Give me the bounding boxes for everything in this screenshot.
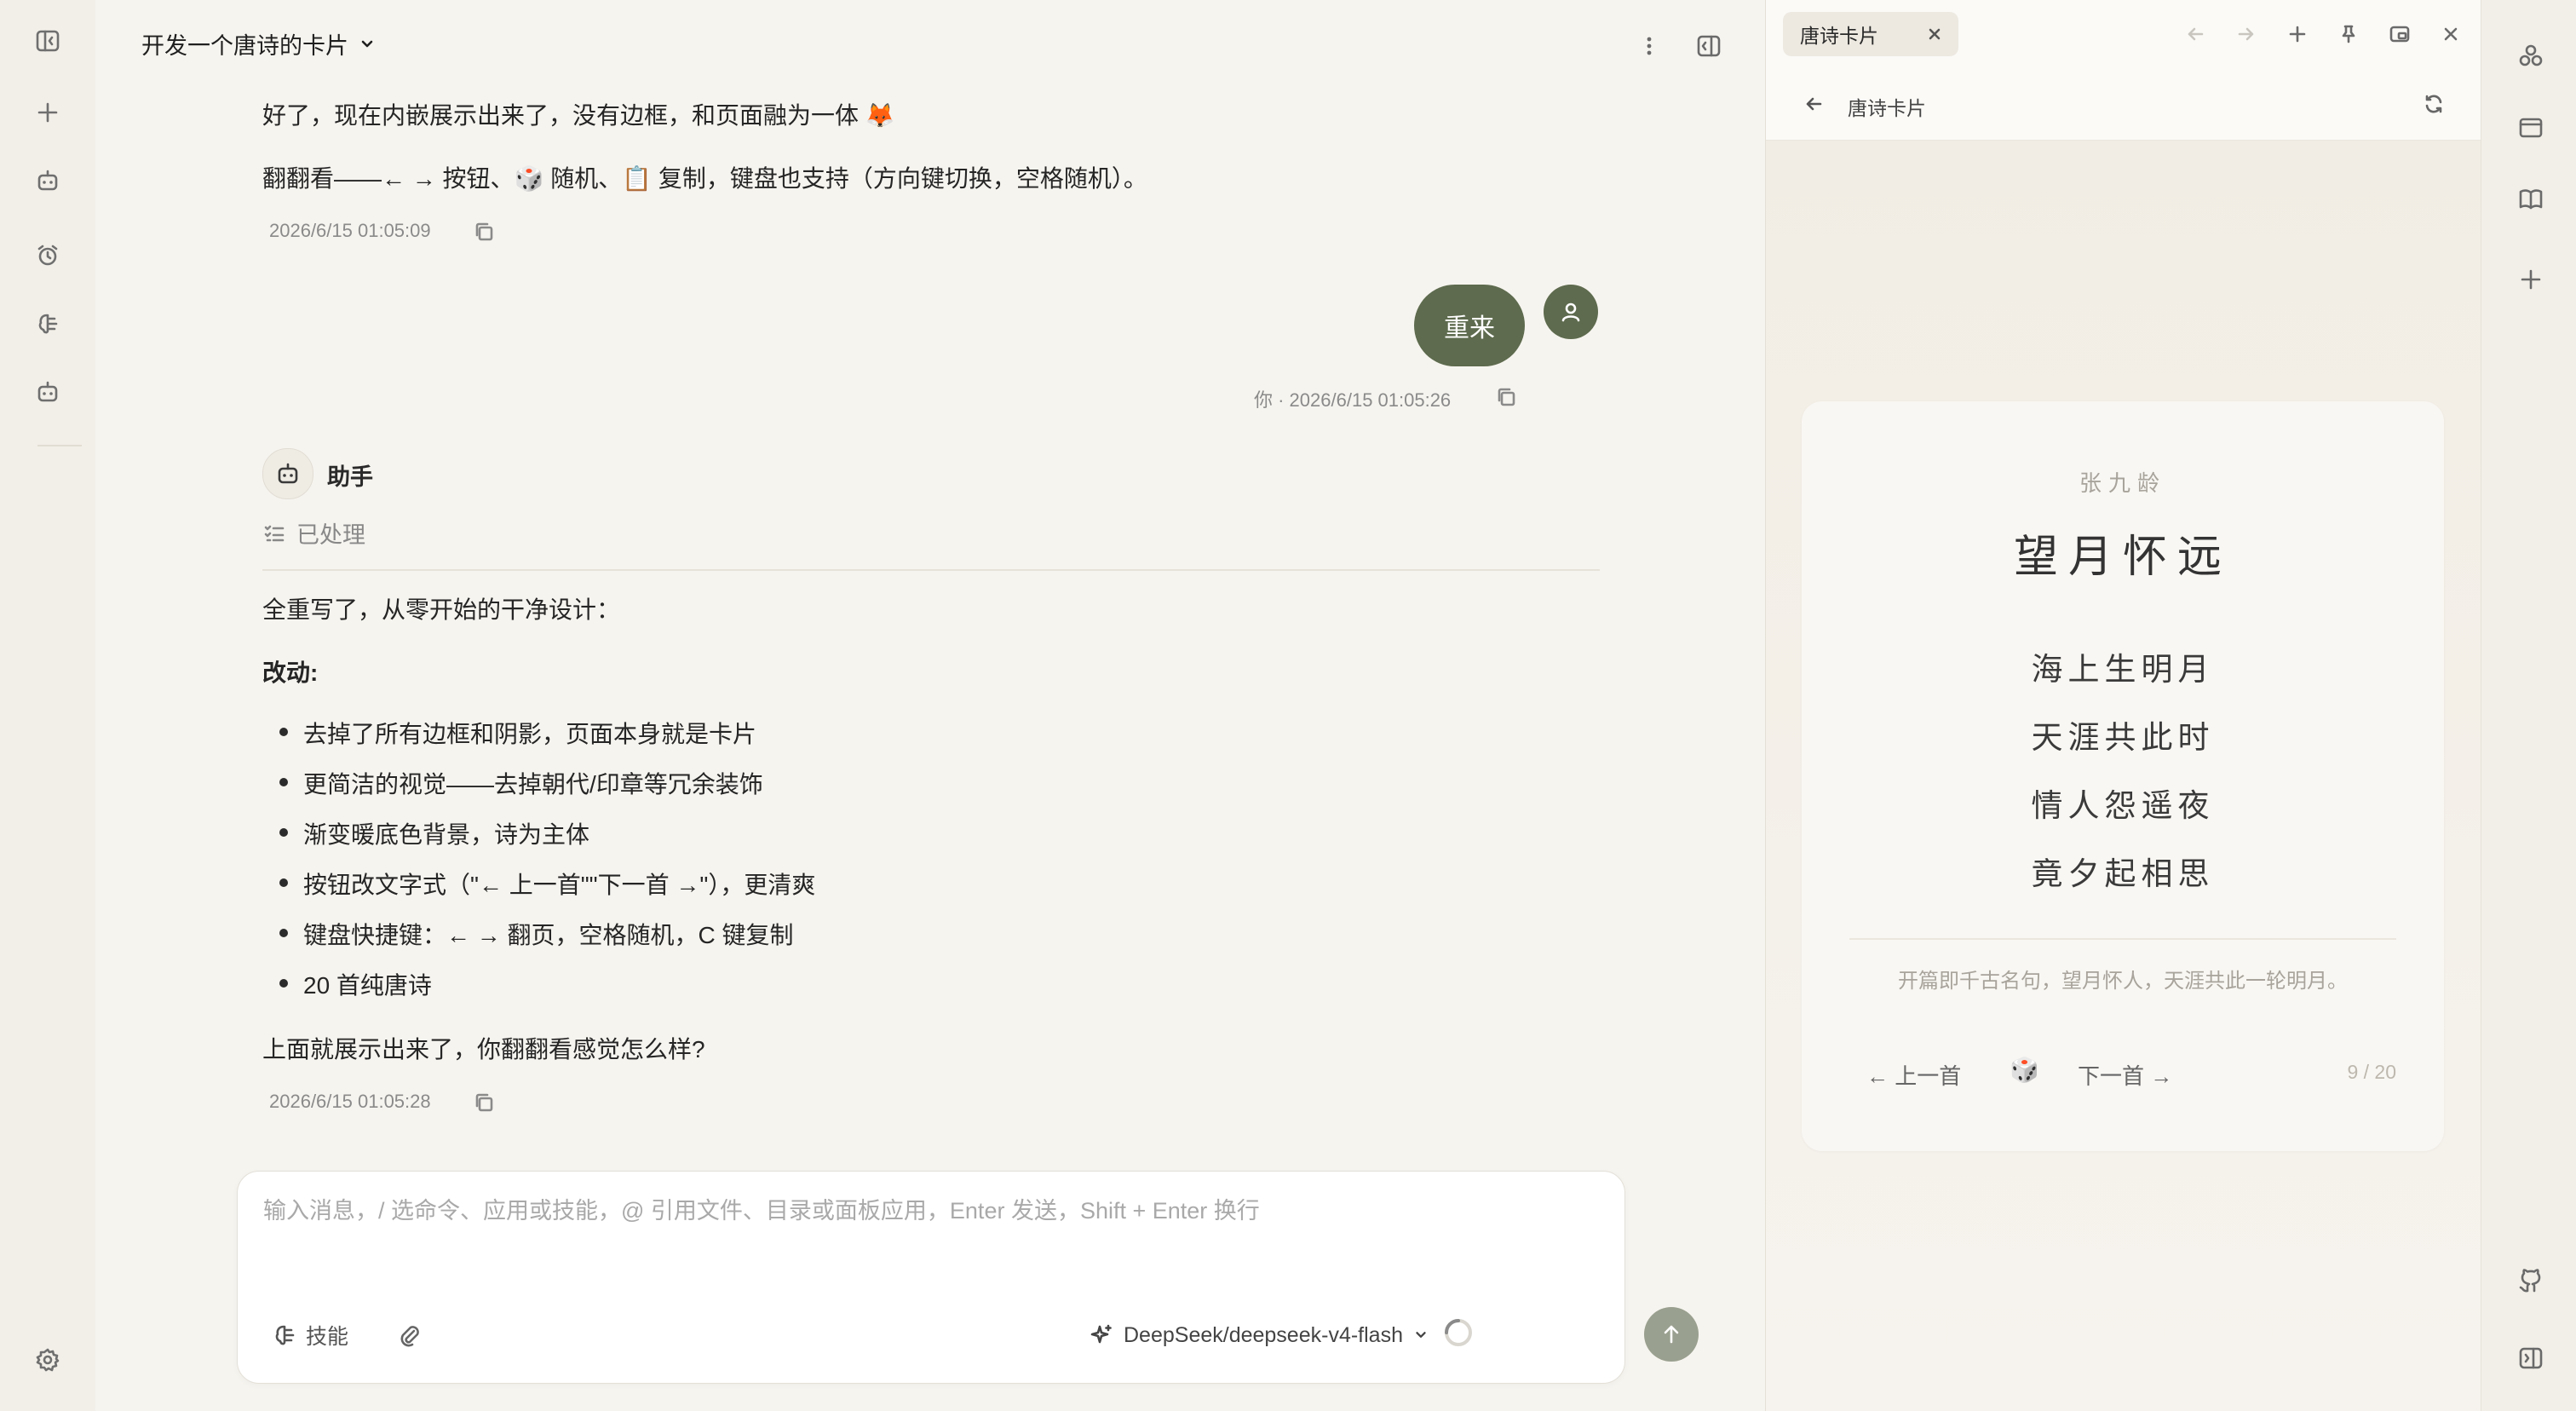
close-icon[interactable] bbox=[2434, 17, 2468, 51]
skills-brain-icon[interactable] bbox=[27, 303, 68, 344]
user-avatar-icon bbox=[1544, 285, 1598, 339]
plus-icon[interactable] bbox=[2280, 17, 2314, 51]
toggle-sidebar-icon[interactable] bbox=[27, 20, 68, 61]
refresh-icon[interactable] bbox=[2417, 87, 2451, 121]
divider bbox=[262, 569, 1600, 571]
back-arrow-icon[interactable] bbox=[1797, 87, 1831, 121]
panel-navbar: 唐诗卡片 bbox=[1766, 68, 2481, 141]
copy-icon[interactable] bbox=[469, 216, 499, 247]
close-icon[interactable] bbox=[1923, 22, 1946, 46]
processed-toggle[interactable]: 已处理 bbox=[262, 516, 365, 550]
model-name: DeepSeek/deepseek-v4-flash bbox=[1124, 1322, 1403, 1347]
poem-line: 情人怨遥夜 bbox=[2031, 787, 2215, 824]
user-message-meta: 你 · 2026/6/15 01:05:26 bbox=[1254, 389, 1452, 411]
send-button[interactable] bbox=[1644, 1307, 1699, 1362]
poem-line: 海上生明月 bbox=[2031, 651, 2215, 688]
chat-title: 开发一个唐诗的卡片 bbox=[141, 33, 348, 59]
list-item: 按钮改文字式（"← 上一首""下一首 →"），更清爽 bbox=[262, 867, 815, 917]
left-rail bbox=[0, 0, 96, 1411]
random-dice-icon[interactable]: 🎲 bbox=[2010, 1056, 2039, 1084]
loading-spinner-icon bbox=[1445, 1319, 1472, 1346]
poem-title: 望月怀远 bbox=[2013, 532, 2232, 583]
popout-window-icon[interactable] bbox=[2383, 17, 2417, 51]
chat-area: 开发一个唐诗的卡片 好了，现在内嵌展示出来了，没有边框，和页面融为一体 🦊 翻翻… bbox=[95, 0, 1765, 1411]
right-rail bbox=[2481, 0, 2576, 1411]
poem-author: 张九龄 bbox=[2079, 471, 2166, 497]
panel-tabbar: 唐诗卡片 bbox=[1766, 0, 2481, 69]
message-composer: 技能 DeepSeek/deepseek-v4-flash bbox=[237, 1171, 1625, 1384]
assistant-message-text: 翻翻看——← → 按钮、🎲 随机、📋 复制，键盘也支持（方向键切换，空格随机）。 bbox=[262, 165, 1147, 192]
poem-line: 天涯共此时 bbox=[2031, 719, 2215, 756]
add-panel-icon[interactable] bbox=[2510, 259, 2551, 300]
list-item: 键盘快捷键：← → 翻页，空格随机，C 键复制 bbox=[262, 917, 815, 967]
apps-cluster-icon[interactable] bbox=[2510, 36, 2551, 77]
chat-header: 开发一个唐诗的卡片 bbox=[95, 0, 1765, 89]
chevron-down-icon bbox=[361, 40, 373, 47]
arrow-right-icon[interactable] bbox=[2229, 17, 2263, 51]
assistant-message-text: 上面就展示出来了，你翻翻看感觉怎么样? bbox=[262, 1036, 705, 1063]
model-selector[interactable]: DeepSeek/deepseek-v4-flash bbox=[1090, 1318, 1429, 1352]
message-timestamp: 2026/6/15 01:05:09 bbox=[269, 220, 431, 241]
book-open-icon[interactable] bbox=[2510, 179, 2551, 220]
previous-poem-button[interactable]: ← 上一首 bbox=[1866, 1059, 1961, 1091]
arrow-left-icon[interactable] bbox=[2178, 17, 2212, 51]
skills-brain-icon bbox=[275, 1325, 295, 1345]
panel-page-title: 唐诗卡片 bbox=[1848, 97, 1926, 119]
copy-icon[interactable] bbox=[469, 1087, 499, 1118]
list-item: 20 首纯唐诗 bbox=[262, 967, 815, 1017]
chevron-down-icon bbox=[1416, 1332, 1426, 1338]
rail-divider bbox=[37, 445, 82, 446]
bot-icon[interactable] bbox=[27, 371, 68, 412]
assistant-name: 助手 bbox=[327, 464, 373, 490]
divider bbox=[1849, 938, 2396, 940]
assistant-message-heading: 改动: bbox=[262, 659, 319, 686]
poem-counter: 9 / 20 bbox=[2347, 1061, 2396, 1083]
checklist-icon bbox=[264, 525, 285, 541]
copy-icon[interactable] bbox=[1491, 382, 1521, 412]
new-chat-icon[interactable] bbox=[27, 92, 68, 133]
poem-card: 张九龄 望月怀远 海上生明月 天涯共此时 情人怨遥夜 竟夕起相思 开篇即千古名句… bbox=[1802, 401, 2444, 1151]
list-item: 渐变暖底色背景，诗为主体 bbox=[262, 816, 815, 867]
toggle-panel-icon[interactable] bbox=[2510, 1338, 2551, 1379]
chat-title-dropdown[interactable]: 开发一个唐诗的卡片 bbox=[141, 27, 376, 60]
paperclip-icon[interactable] bbox=[393, 1318, 427, 1352]
tab-label: 唐诗卡片 bbox=[1800, 25, 1878, 47]
sparkle-icon bbox=[1090, 1324, 1112, 1344]
list-item: 去掉了所有边框和阴影，页面本身就是卡片 bbox=[262, 716, 815, 766]
message-input[interactable] bbox=[263, 1194, 1592, 1228]
user-message-bubble: 重来 bbox=[1414, 285, 1525, 366]
skills-button[interactable]: 技能 bbox=[272, 1318, 348, 1352]
assistant-message-text: 全重写了，从零开始的干净设计： bbox=[262, 596, 621, 623]
github-icon[interactable] bbox=[2510, 1261, 2551, 1302]
list-item: 更简洁的视觉——去掉朝代/印章等冗余装饰 bbox=[262, 766, 815, 816]
skills-label: 技能 bbox=[306, 1325, 349, 1349]
browser-window-icon[interactable] bbox=[2510, 107, 2551, 148]
assistant-message-text: 好了，现在内嵌展示出来了，没有边框，和页面融为一体 🦊 bbox=[262, 102, 895, 129]
preview-panel: 唐诗卡片 唐诗卡片 张九龄 望月怀远 海上生明月 天涯共此时 情人怨遥夜 竟夕起… bbox=[1765, 0, 2481, 1411]
poem-line: 竟夕起相思 bbox=[2031, 855, 2215, 892]
panel-content: 张九龄 望月怀远 海上生明月 天涯共此时 情人怨遥夜 竟夕起相思 开篇即千古名句… bbox=[1766, 141, 2481, 1411]
message-timestamp: 2026/6/15 01:05:28 bbox=[269, 1091, 431, 1112]
change-list: 去掉了所有边框和阴影，页面本身就是卡片 更简洁的视觉——去掉朝代/印章等冗余装饰… bbox=[262, 716, 815, 1017]
bot-icon[interactable] bbox=[27, 160, 68, 201]
toggle-panel-icon[interactable] bbox=[1688, 26, 1729, 66]
arrow-up-icon bbox=[1664, 1325, 1679, 1344]
processed-label: 已处理 bbox=[296, 522, 365, 548]
assistant-avatar-bot-icon bbox=[262, 448, 313, 499]
pin-icon[interactable] bbox=[2332, 17, 2366, 51]
next-poem-button[interactable]: 下一首 → bbox=[2078, 1059, 2172, 1091]
poem-note: 开篇即千古名句，望月怀人，天涯共此一轮明月。 bbox=[1898, 970, 2348, 993]
more-vertical-icon[interactable] bbox=[1629, 26, 1670, 66]
tab-poem-card[interactable]: 唐诗卡片 bbox=[1783, 12, 1958, 56]
alarm-clock-icon[interactable] bbox=[27, 235, 68, 276]
settings-gear-icon[interactable] bbox=[27, 1339, 68, 1380]
